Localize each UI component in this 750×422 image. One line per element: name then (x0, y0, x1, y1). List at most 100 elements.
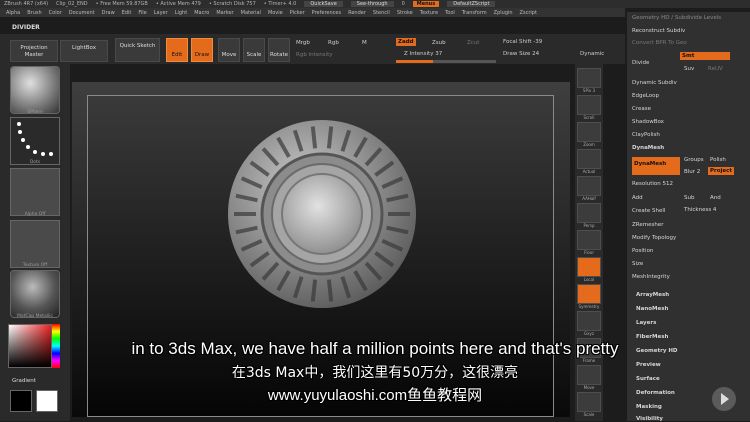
texture-off-thumbnail[interactable] (10, 220, 60, 268)
edit-button[interactable]: Edit (166, 38, 188, 62)
menu-draw[interactable]: Draw (102, 10, 115, 16)
crease-button[interactable]: Crease (632, 106, 651, 112)
menu-brush[interactable]: Brush (27, 10, 41, 16)
divide-button[interactable]: Divide (632, 60, 649, 66)
menu-zplugin[interactable]: Zplugin (494, 10, 513, 16)
zremesher-button[interactable]: ZRemesher (632, 222, 663, 228)
wheel-mesh[interactable] (226, 118, 418, 310)
thickness-slider[interactable]: Thickness 4 (684, 207, 716, 213)
menu-material[interactable]: Material (241, 10, 261, 16)
menu-zscript[interactable]: Zscript (520, 10, 537, 16)
dynamic-subdiv-button[interactable]: Dynamic Subdiv (632, 80, 677, 86)
meshintegrity-button[interactable]: MeshIntegrity (632, 274, 670, 280)
zcut-button[interactable]: Zcut (467, 40, 479, 46)
draw-size-slider[interactable]: Draw Size 24 (503, 51, 539, 57)
right-tool-button[interactable] (577, 203, 601, 223)
right-tool-button[interactable] (577, 176, 601, 196)
menu-layer[interactable]: Layer (154, 10, 168, 16)
menu-macro[interactable]: Macro (194, 10, 209, 16)
edgeloop-button[interactable]: EdgeLoop (632, 93, 659, 99)
right-tool-button[interactable] (577, 311, 601, 331)
play-icon[interactable] (712, 387, 736, 411)
defaultscript-button[interactable]: DefaultZScript (447, 1, 496, 7)
timer: • Timer+ 4.0 (263, 1, 297, 7)
dots-stroke-icon[interactable] (10, 117, 60, 165)
right-tool-label: Scroll (583, 115, 595, 120)
menu-light[interactable]: Light (175, 10, 187, 16)
draw-button[interactable]: Draw (191, 38, 213, 62)
visibility-section[interactable]: Visibility (636, 416, 663, 422)
right-tool-button[interactable] (577, 230, 601, 250)
menu-texture[interactable]: Texture (420, 10, 438, 16)
layers-section[interactable]: Layers (636, 320, 656, 326)
mrgb-button[interactable]: Mrgb (296, 40, 310, 46)
dynamesh-section[interactable]: DynaMesh (632, 145, 664, 151)
quicksave-button[interactable]: QuickSave (304, 1, 343, 7)
menu-file[interactable]: File (138, 10, 146, 16)
modify-topology-button[interactable]: Modify Topology (632, 235, 676, 241)
dynamesh-button[interactable]: DynaMesh (632, 157, 680, 175)
rgb-intensity-slider[interactable]: Rgb Intensity (296, 52, 333, 58)
and-button[interactable]: And (710, 195, 721, 201)
project-toggle[interactable]: Project (708, 167, 735, 175)
menu-edit[interactable]: Edit (122, 10, 132, 16)
move-button[interactable]: Move (218, 38, 240, 62)
rotate-button[interactable]: Rotate (268, 38, 290, 62)
reuv-button[interactable]: ReUV (708, 66, 723, 72)
claypolish-button[interactable]: ClayPolish (632, 132, 660, 138)
menu-stroke[interactable]: Stroke (397, 10, 413, 16)
menu-transform[interactable]: Transform (462, 10, 487, 16)
create-shell-button[interactable]: Create Shell (632, 208, 665, 214)
right-tool-button[interactable] (577, 284, 601, 304)
add-button[interactable]: Add (632, 195, 643, 201)
groups-toggle[interactable]: Groups (684, 157, 704, 163)
menu-alpha[interactable]: Alpha (6, 10, 20, 16)
right-tool-button[interactable] (577, 68, 601, 88)
menu-render[interactable]: Render (348, 10, 366, 16)
material-thumbnail[interactable] (10, 270, 60, 318)
z-intensity-track[interactable] (396, 60, 496, 63)
menu-preferences[interactable]: Preferences (312, 10, 341, 16)
right-tool-button[interactable] (577, 257, 601, 277)
sphere-brush-thumbnail[interactable] (10, 66, 60, 114)
nanomesh-section[interactable]: NanoMesh (636, 306, 668, 312)
menu-marker[interactable]: Marker (216, 10, 233, 16)
menus-button[interactable]: Menus (412, 1, 440, 7)
resolution-slider[interactable]: Resolution 512 (632, 181, 673, 187)
menu-document[interactable]: Document (69, 10, 95, 16)
convert-bpr-button[interactable]: Convert BPR To Geo (632, 40, 687, 46)
menu-color[interactable]: Color (49, 10, 62, 16)
shadowbox-button[interactable]: ShadowBox (632, 119, 664, 125)
menu-tool[interactable]: Tool (445, 10, 455, 16)
quick-sketch-button[interactable]: Quick Sketch (115, 38, 160, 62)
seethrough-slider[interactable]: See-through (350, 1, 394, 7)
rgb-button[interactable]: Rgb (328, 40, 339, 46)
focal-shift-slider[interactable]: Focal Shift -39 (503, 39, 542, 45)
wheel-spoke (326, 126, 334, 149)
menu-stencil[interactable]: Stencil (373, 10, 390, 16)
lightbox-button[interactable]: LightBox (60, 40, 108, 62)
zsub-button[interactable]: Zsub (432, 40, 446, 46)
polish-toggle[interactable]: Polish (710, 157, 726, 163)
reconstruct-subdiv-button[interactable]: Reconstruct Subdiv (632, 28, 685, 34)
blur-slider[interactable]: Blur 2 (684, 169, 700, 175)
smt-toggle[interactable]: Smt (680, 52, 730, 60)
sub-button[interactable]: Sub (684, 195, 694, 201)
right-tool-button[interactable] (577, 122, 601, 142)
position-button[interactable]: Position (632, 248, 653, 254)
right-tool-button[interactable] (577, 149, 601, 169)
m-button[interactable]: M (362, 40, 367, 46)
dynamic-button[interactable]: Dynamic (580, 51, 604, 57)
menu-picker[interactable]: Picker (290, 10, 305, 16)
size-button[interactable]: Size (632, 261, 643, 267)
divider-label: DIVIDER (12, 24, 40, 31)
arraymesh-section[interactable]: ArrayMesh (636, 292, 669, 298)
alpha-off-thumbnail[interactable] (10, 168, 60, 216)
menu-movie[interactable]: Movie (268, 10, 283, 16)
right-tool-button[interactable] (577, 95, 601, 115)
z-intensity-slider[interactable]: Z Intensity 37 (404, 51, 442, 57)
suv-toggle[interactable]: Suv (684, 66, 694, 72)
projection-master-button[interactable]: Projection Master (10, 40, 58, 62)
scale-button[interactable]: Scale (243, 38, 265, 62)
zadd-button[interactable]: Zadd (396, 38, 416, 46)
